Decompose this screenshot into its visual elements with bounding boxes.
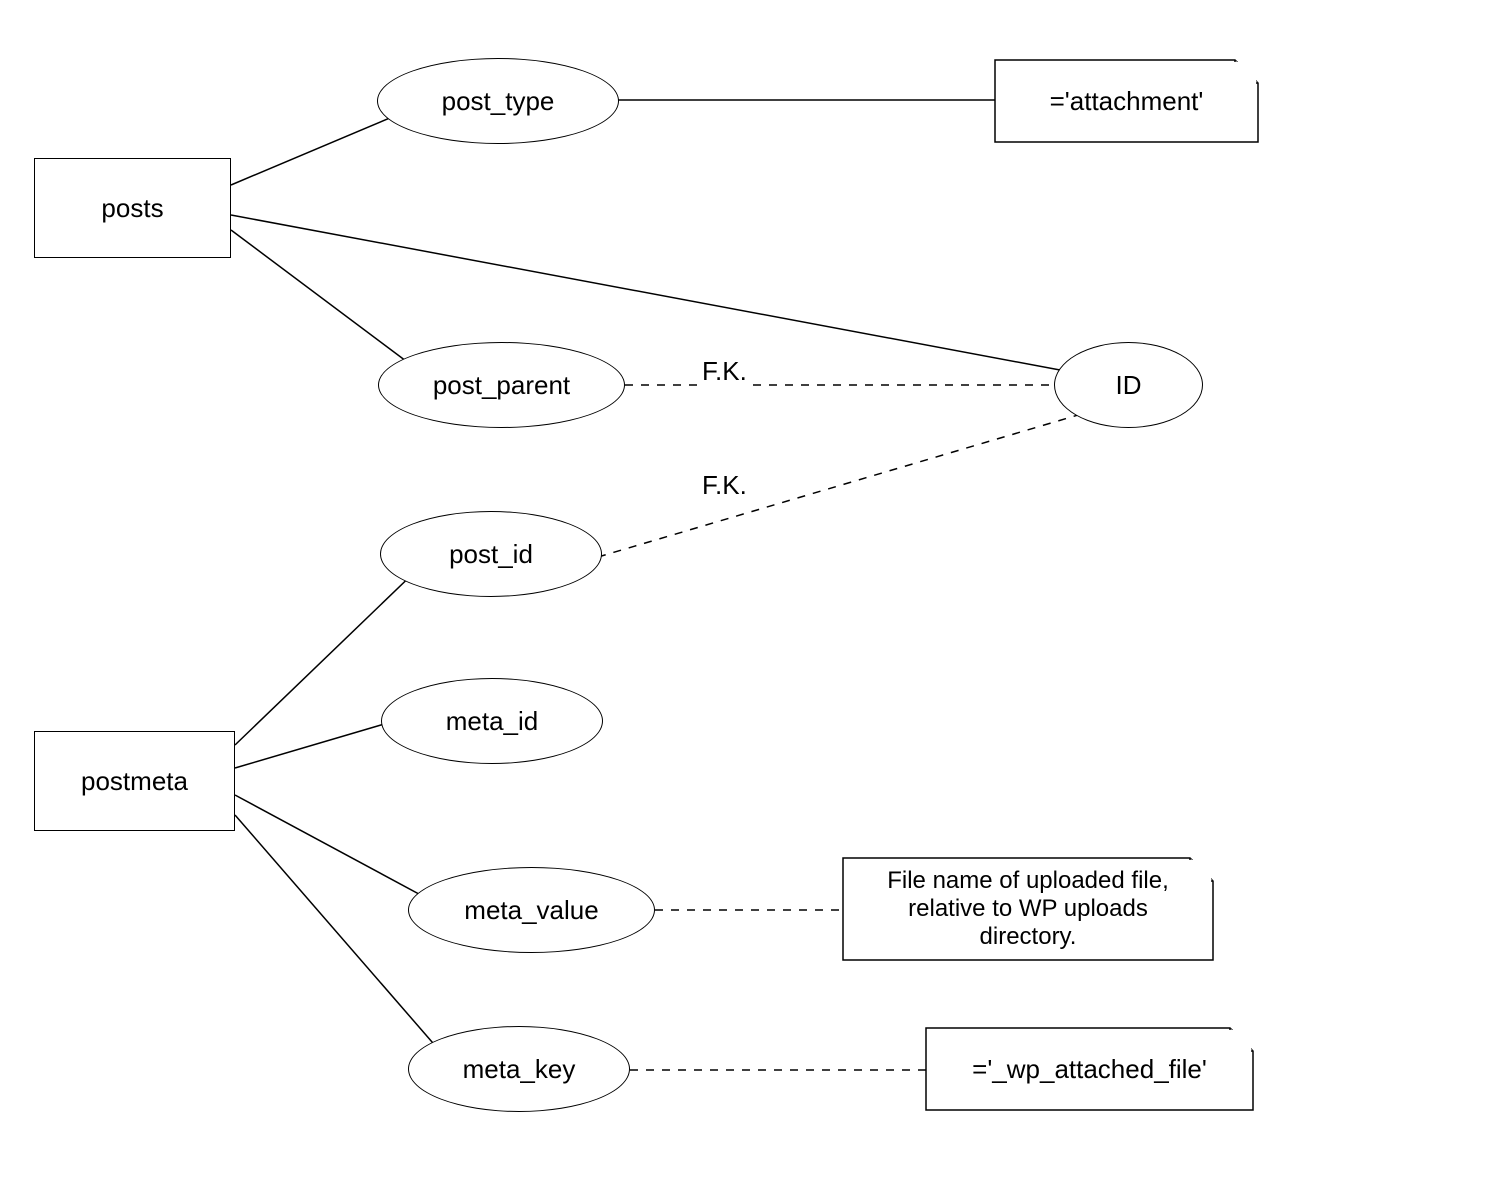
attribute-post-type: post_type bbox=[377, 58, 619, 144]
attribute-id-label: ID bbox=[1116, 370, 1142, 401]
note-wp-attached-file: ='_wp_attached_file' bbox=[928, 1030, 1251, 1108]
fk-label-post-parent-text: F.K. bbox=[702, 356, 747, 386]
attribute-post-parent-label: post_parent bbox=[433, 370, 570, 401]
attribute-meta-id: meta_id bbox=[381, 678, 603, 764]
attribute-post-id-label: post_id bbox=[449, 539, 533, 570]
attribute-post-id: post_id bbox=[380, 511, 602, 597]
attribute-meta-key-label: meta_key bbox=[463, 1054, 576, 1085]
entity-postmeta-label: postmeta bbox=[81, 766, 188, 797]
attribute-post-parent: post_parent bbox=[378, 342, 625, 428]
attribute-post-type-label: post_type bbox=[442, 86, 555, 117]
note-wp-attached-file-text: ='_wp_attached_file' bbox=[972, 1054, 1207, 1085]
note-attachment: ='attachment' bbox=[997, 62, 1256, 140]
attribute-meta-value: meta_value bbox=[408, 867, 655, 953]
er-diagram: posts postmeta post_type post_parent ID … bbox=[0, 0, 1500, 1195]
fk-label-post-id-text: F.K. bbox=[702, 470, 747, 500]
note-filename: File name of uploaded file, relative to … bbox=[845, 860, 1211, 958]
attribute-meta-value-label: meta_value bbox=[464, 895, 598, 926]
fk-label-post-parent: F.K. bbox=[700, 356, 749, 387]
entity-postmeta: postmeta bbox=[34, 731, 235, 831]
entity-posts: posts bbox=[34, 158, 231, 258]
fk-label-post-id: F.K. bbox=[700, 470, 749, 501]
note-attachment-text: ='attachment' bbox=[1050, 86, 1204, 117]
attribute-meta-key: meta_key bbox=[408, 1026, 630, 1112]
attribute-meta-id-label: meta_id bbox=[446, 706, 539, 737]
note-filename-text: File name of uploaded file, relative to … bbox=[857, 867, 1199, 951]
entity-posts-label: posts bbox=[101, 193, 163, 224]
attribute-id: ID bbox=[1054, 342, 1203, 428]
